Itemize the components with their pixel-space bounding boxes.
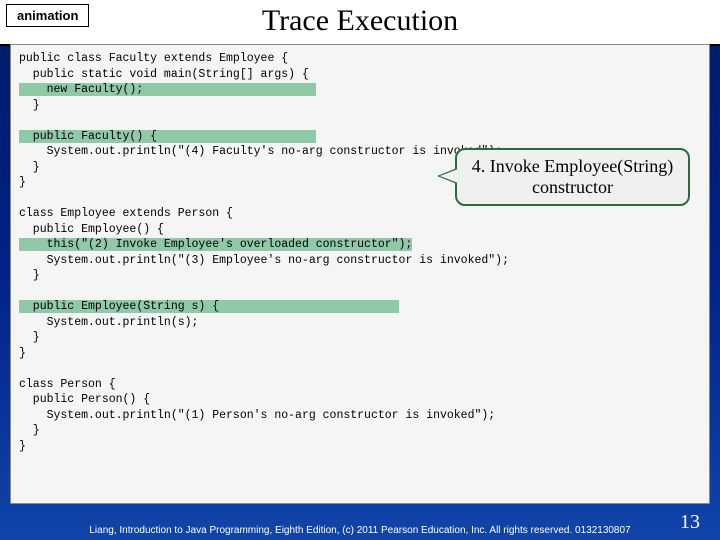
code-line: } xyxy=(19,440,26,453)
code-line: System.out.println("(1) Person's no-arg … xyxy=(19,409,495,422)
code-line: } xyxy=(19,424,40,437)
code-line: public class Faculty extends Employee { xyxy=(19,52,288,65)
page-number: 13 xyxy=(680,511,700,534)
code-line: public static void main(String[] args) { xyxy=(19,68,309,81)
code-line: } xyxy=(19,99,40,112)
step-callout: 4. Invoke Employee(String) constructor xyxy=(455,148,690,206)
code-line: } xyxy=(19,176,26,189)
code-line: System.out.println("(4) Faculty's no-arg… xyxy=(19,145,502,158)
slide-title: Trace Execution xyxy=(0,0,720,46)
code-panel: public class Faculty extends Employee { … xyxy=(10,44,710,504)
code-line: } xyxy=(19,161,40,174)
code-line: public Person() { xyxy=(19,393,150,406)
code-line: System.out.println(s); xyxy=(19,316,198,329)
code-line: } xyxy=(19,347,26,360)
title-bar: animation Trace Execution xyxy=(0,0,720,44)
code-line-highlighted: public Faculty() { xyxy=(19,130,316,143)
code-line: } xyxy=(19,331,40,344)
footer-text: Liang, Introduction to Java Programming,… xyxy=(0,525,720,536)
code-line: class Employee extends Person { xyxy=(19,207,233,220)
animation-label: animation xyxy=(6,4,89,27)
code-line: public Employee() { xyxy=(19,223,164,236)
code-line-highlighted: public Employee(String s) { xyxy=(19,300,399,313)
code-line: System.out.println("(3) Employee's no-ar… xyxy=(19,254,509,267)
code-line-highlighted: new Faculty(); xyxy=(19,83,316,96)
code-line: class Person { xyxy=(19,378,116,391)
code-line: } xyxy=(19,269,40,282)
code-line-highlighted: this("(2) Invoke Employee's overloaded c… xyxy=(19,238,412,251)
